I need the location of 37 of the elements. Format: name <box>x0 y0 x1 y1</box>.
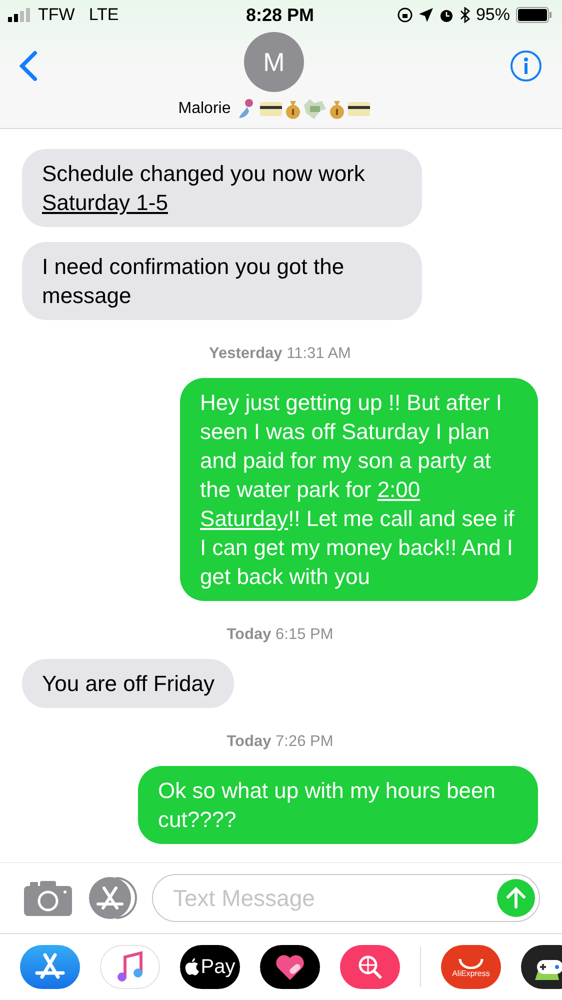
message-input[interactable]: Text Message <box>171 884 497 912</box>
credit-card-icon <box>260 102 282 116</box>
send-button[interactable] <box>497 879 535 917</box>
signal-icon <box>8 8 32 22</box>
money-bag-icon <box>284 99 301 119</box>
aliexpress-app-icon[interactable]: AliExpress <box>441 945 501 989</box>
received-message-bubble: I need confirmation you got the message <box>22 242 422 320</box>
carrier-name: TFW <box>38 5 75 25</box>
sent-message-bubble: Ok so what up with my hours been cut???? <box>138 766 538 844</box>
alarm-clock-icon <box>438 8 454 22</box>
rotation-lock-icon <box>396 7 413 23</box>
heart-app-icon[interactable] <box>260 945 320 989</box>
app-store-app-icon[interactable] <box>20 945 80 989</box>
message-timestamp: Yesterday 11:31 AM <box>209 345 351 363</box>
bluetooth-icon <box>460 7 470 23</box>
clock-time: 8:28 PM <box>246 4 314 26</box>
music-note-app-icon[interactable] <box>100 945 160 989</box>
battery-icon <box>516 7 552 23</box>
camera-icon[interactable] <box>24 880 72 916</box>
info-icon[interactable] <box>510 50 542 82</box>
message-timestamp: Today 6:15 PM <box>226 626 334 644</box>
credit-card-icon <box>348 102 370 116</box>
up-arrow-icon <box>506 887 526 909</box>
apple-pay-app-icon[interactable]: Pay <box>180 945 240 989</box>
sent-message-bubble: Hey just getting up !! But after I seen I was off Saturday I plan and paid for my son a party at the water park for 2:00 Saturday!! Let me call and see if I can get my money back!! And I get back with you <box>180 378 538 601</box>
received-message-bubble: Schedule changed you now work Saturday 1-5 <box>22 149 422 227</box>
money-bag-icon <box>328 99 345 119</box>
network-type: LTE <box>88 5 119 25</box>
message-field[interactable]: Text Message <box>152 874 540 922</box>
contact-name[interactable]: Malorie <box>178 100 231 118</box>
received-message-bubble: You are off Friday <box>22 659 234 708</box>
message-timestamp: Today 7:26 PM <box>226 733 334 751</box>
battery-percent: 95% <box>476 5 510 25</box>
app-store-icon[interactable] <box>86 876 138 920</box>
globe-search-app-icon[interactable] <box>340 945 400 989</box>
back-chevron-icon[interactable] <box>18 50 38 82</box>
location-arrow-icon <box>418 8 433 22</box>
